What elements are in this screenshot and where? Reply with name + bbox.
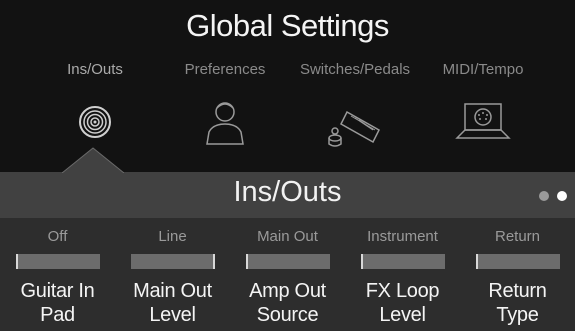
control-main-out-level[interactable]: Line Main Out Level [115, 218, 230, 331]
panel-header: Ins/Outs [0, 172, 575, 218]
tab-switches-pedals[interactable]: Switches/Pedals [290, 60, 420, 150]
value-bar-marker [16, 254, 18, 269]
tab-ins-outs-label: Ins/Outs [67, 61, 123, 78]
control-name-line-1: Guitar In [20, 280, 95, 302]
control-value: Off [47, 228, 68, 245]
value-bar[interactable] [131, 254, 215, 269]
tab-preferences[interactable]: Preferences [160, 60, 290, 150]
value-bar[interactable] [246, 254, 330, 269]
control-name: FX Loop Level [345, 279, 460, 327]
value-bar-marker [213, 254, 215, 269]
control-name-line-1: Main Out [133, 280, 212, 302]
tab-midi-tempo-label: MIDI/Tempo [442, 61, 524, 78]
control-name-line-2: Type [496, 304, 539, 326]
control-name-line-1: Amp Out [249, 280, 326, 302]
control-name-line-2: Level [379, 304, 426, 326]
pedal-icon [328, 110, 380, 147]
page-indicator-dot-2[interactable] [557, 191, 567, 201]
tab-ins-outs[interactable]: Ins/Outs [30, 60, 160, 150]
value-bar[interactable] [476, 254, 560, 269]
panel-title: Ins/Outs [233, 176, 342, 208]
tab-switches-pedals-label: Switches/Pedals [299, 61, 411, 78]
tab-midi-tempo[interactable]: MIDI/Tempo [418, 60, 548, 150]
control-name-line-2: Pad [40, 304, 75, 326]
value-bar[interactable] [16, 254, 100, 269]
io-jack-icon [79, 106, 111, 138]
control-value: Instrument [367, 228, 438, 245]
midi-laptop-icon [455, 103, 511, 139]
control-amp-out-source[interactable]: Main Out Amp Out Source [230, 218, 345, 331]
value-bar-marker [361, 254, 363, 269]
control-value: Return [494, 228, 541, 245]
control-name-line-2: Level [149, 304, 196, 326]
page-title: Global Settings [186, 8, 389, 43]
tab-preferences-label: Preferences [184, 61, 266, 78]
control-name: Amp Out Source [230, 279, 345, 327]
control-name: Main Out Level [115, 279, 230, 327]
control-name-line-2: Source [256, 304, 319, 326]
value-bar-marker [476, 254, 478, 269]
control-name: Guitar In Pad [0, 279, 115, 327]
controls-row: Off Guitar In Pad Line Main Out Level Ma… [0, 218, 575, 331]
control-fx-loop-level[interactable]: Instrument FX Loop Level [345, 218, 460, 331]
control-return-type[interactable]: Return Return Type [460, 218, 575, 331]
active-tab-pointer [62, 147, 124, 173]
control-name: Return Type [460, 279, 575, 327]
control-name-line-1: FX Loop [365, 280, 440, 302]
control-value: Line [158, 228, 187, 245]
value-bar[interactable] [361, 254, 445, 269]
value-bar-marker [246, 254, 248, 269]
control-value: Main Out [257, 228, 318, 245]
control-guitar-in-pad[interactable]: Off Guitar In Pad [0, 218, 115, 331]
page-indicator-dot-1[interactable] [539, 191, 549, 201]
user-icon [206, 102, 244, 145]
control-name-line-1: Return [488, 280, 547, 302]
